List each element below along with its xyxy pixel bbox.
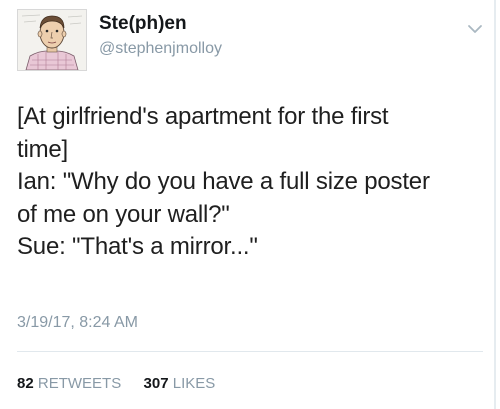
- likes-label: LIKES: [172, 375, 216, 392]
- scrollbar-edge: [494, 0, 496, 409]
- author-handle[interactable]: @stephenjmolloy: [99, 39, 222, 59]
- tweet-text-line: [At girlfriend's apartment for the first: [17, 103, 389, 130]
- tweet-text: [At girlfriend's apartment for the first…: [17, 101, 487, 264]
- tweet-text-line: time]: [17, 135, 69, 163]
- divider: [17, 351, 483, 352]
- tweet-card: Ste(ph)en @stephenjmolloy [At girlfriend…: [0, 0, 500, 409]
- retweets-stat[interactable]: 82 RETWEETS: [17, 374, 121, 394]
- author-display-name[interactable]: Ste(ph)en: [99, 13, 187, 35]
- avatar-drawing: [18, 10, 86, 70]
- tweet-text-line: Ian: "Why do you have a full size poster: [17, 168, 430, 195]
- chevron-down-icon[interactable]: [466, 22, 484, 36]
- tweet-text-line: of me on your wall?": [17, 200, 230, 228]
- tweet-timestamp[interactable]: 3/19/17, 8:24 AM: [17, 313, 138, 333]
- like-count: 307: [143, 375, 169, 392]
- avatar[interactable]: [17, 9, 87, 71]
- retweets-label: RETWEETS: [37, 375, 122, 392]
- likes-stat[interactable]: 307 LIKES: [144, 374, 216, 394]
- tweet-text-line: Sue: "That's a mirror...": [17, 233, 258, 260]
- retweet-count: 82: [17, 375, 34, 392]
- tweet-stats: 82 RETWEETS 307 LIKES: [17, 374, 215, 394]
